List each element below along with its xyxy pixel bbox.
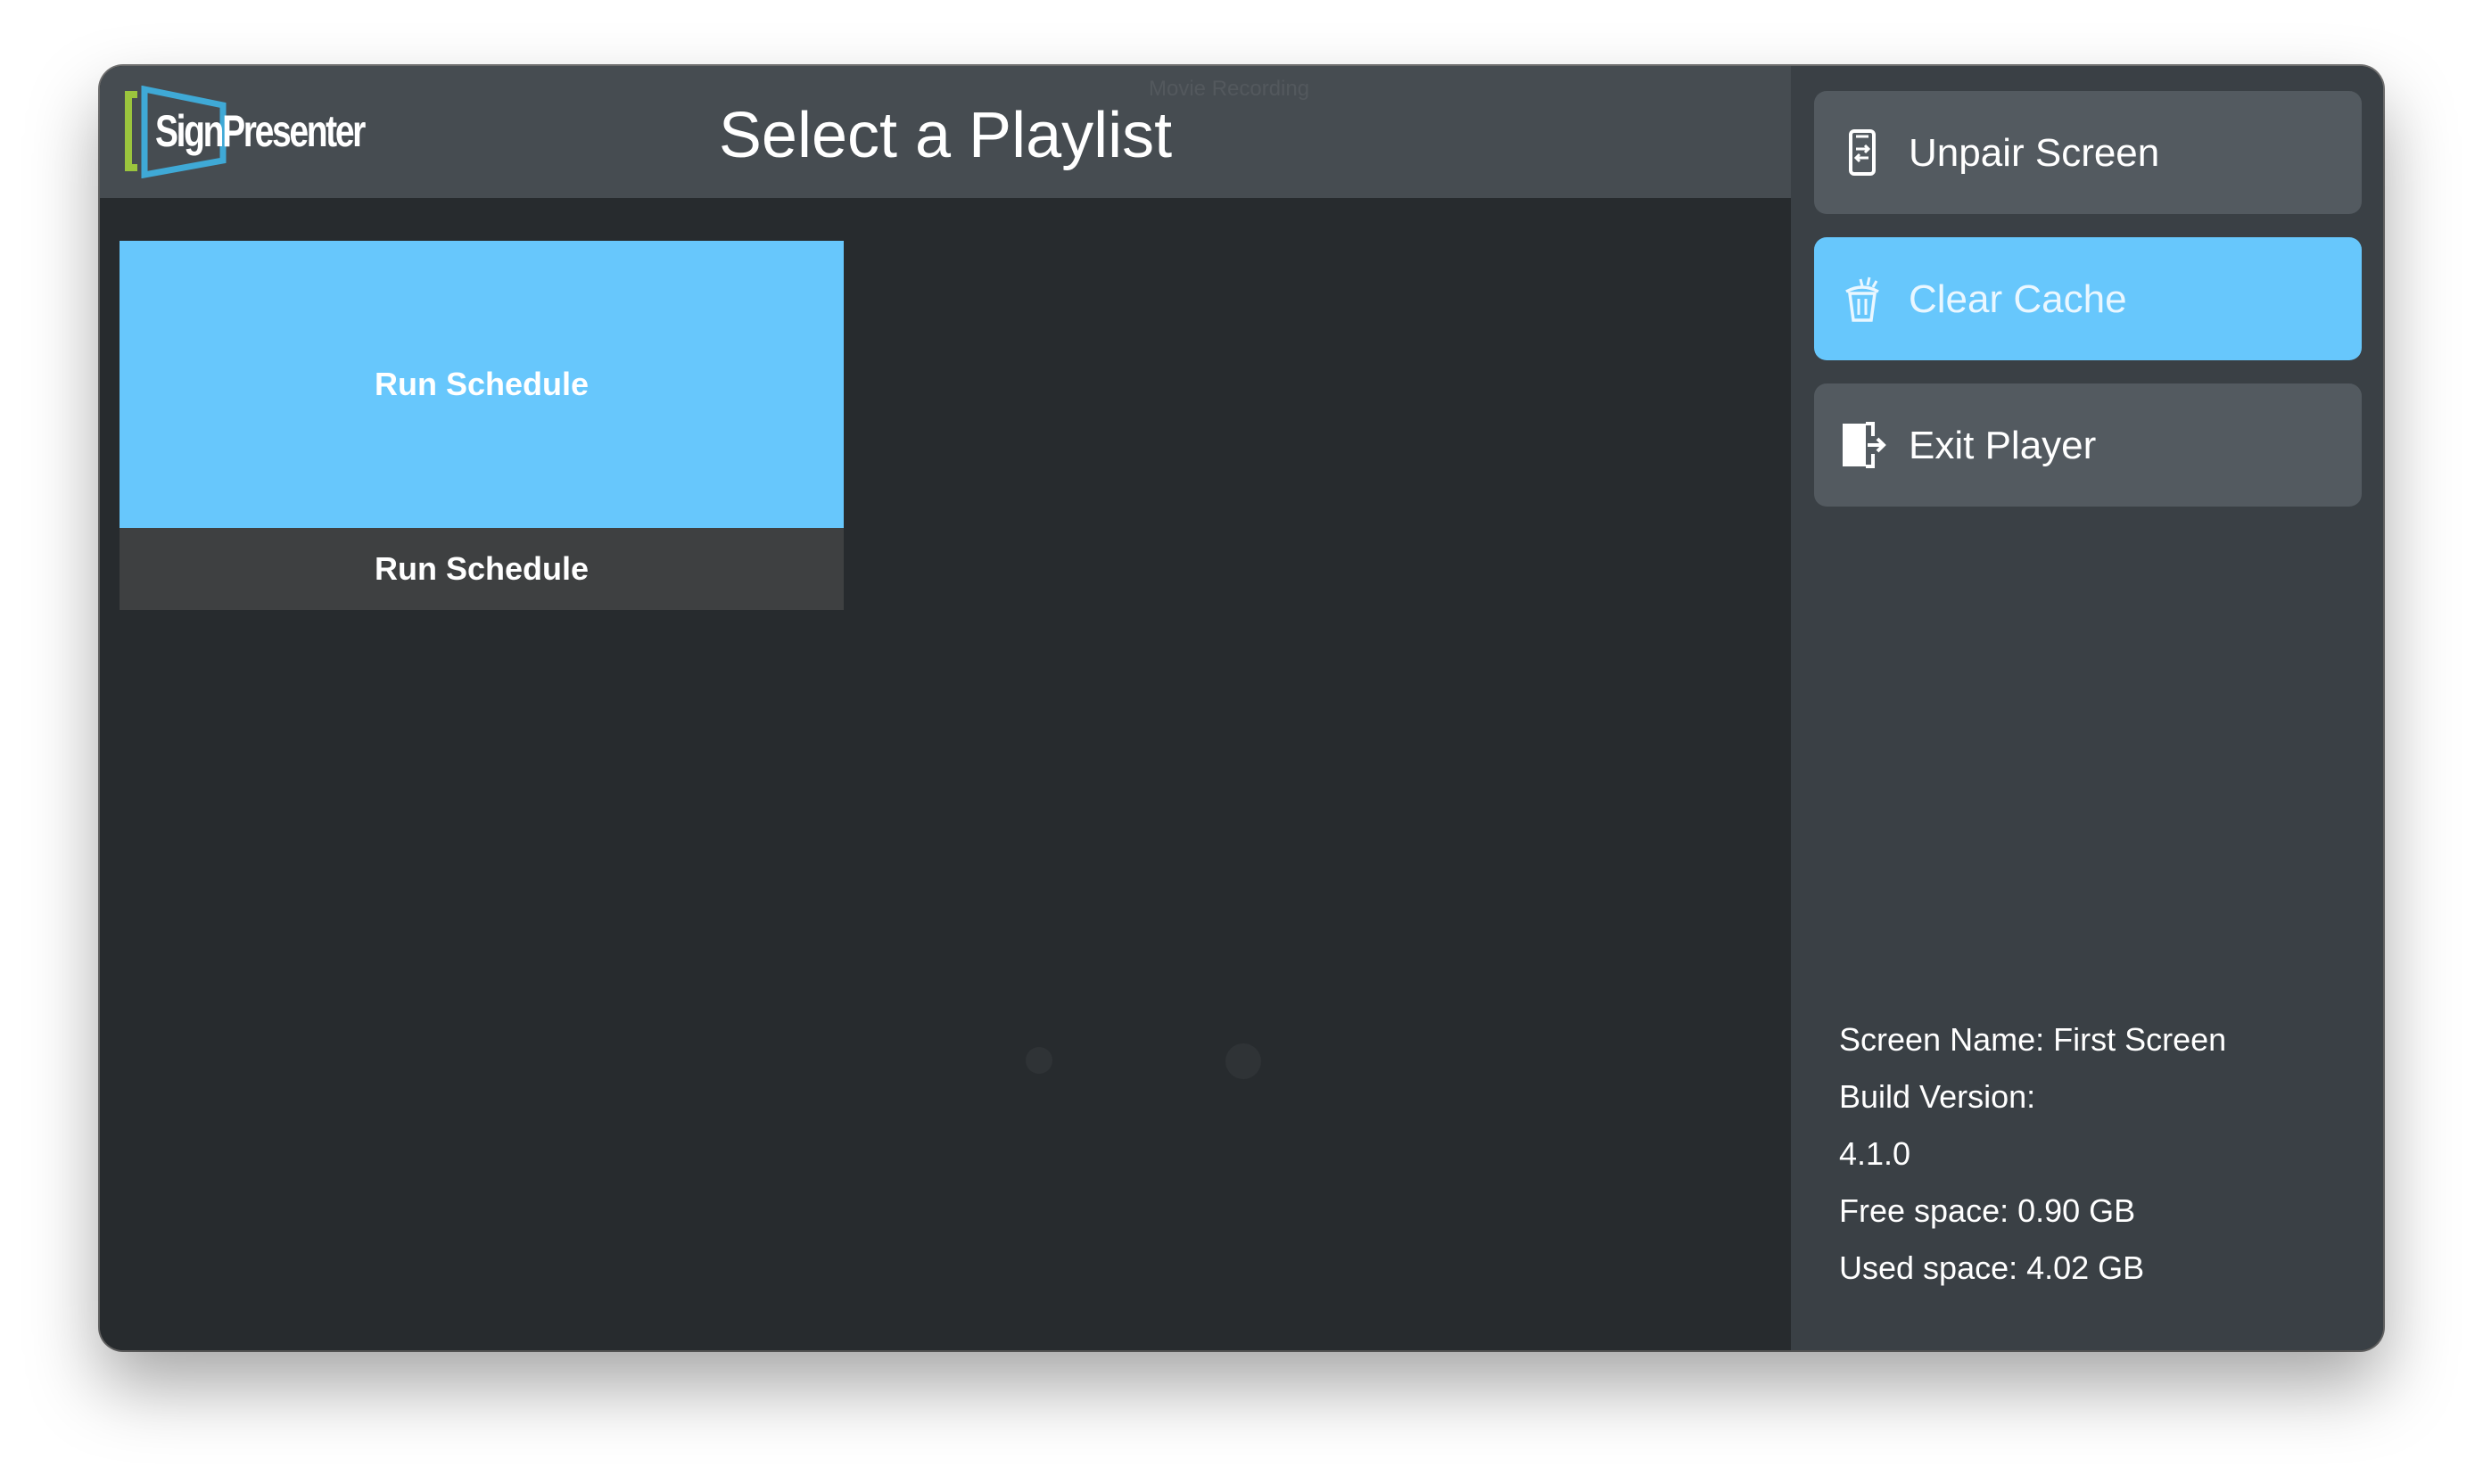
exit-door-icon bbox=[1843, 422, 1886, 468]
faint-overlay-dot bbox=[1225, 1043, 1261, 1079]
player-window: SignPresenter Movie Recording Select a P… bbox=[100, 66, 2383, 1350]
playlist-caption-label: Run Schedule bbox=[374, 550, 590, 587]
faint-overlay-dot bbox=[1026, 1047, 1052, 1074]
device-info-panel: Screen Name: First Screen Build Version:… bbox=[1839, 1011, 2356, 1297]
exit-player-label: Exit Player bbox=[1909, 424, 2097, 467]
unpair-screen-label: Unpair Screen bbox=[1909, 131, 2160, 175]
free-space-text: Free space: 0.90 GB bbox=[1839, 1192, 2136, 1229]
playlist-tile-run-schedule[interactable]: Run Schedule Run Schedule bbox=[120, 241, 844, 610]
clear-cache-label: Clear Cache bbox=[1909, 277, 2127, 321]
clear-cache-button[interactable]: Clear Cache bbox=[1814, 237, 2362, 360]
build-version-label: Build Version: bbox=[1839, 1078, 2036, 1115]
playlist-thumbnail[interactable]: Run Schedule bbox=[120, 241, 844, 528]
exit-player-button[interactable]: Exit Player bbox=[1814, 383, 2362, 507]
build-version-value: 4.1.0 bbox=[1839, 1135, 1911, 1172]
sidebar: Unpair Screen Clear Cache Exit Player Sc… bbox=[1791, 66, 2383, 1350]
page-title: Select a Playlist bbox=[718, 100, 1173, 171]
used-space-text: Used space: 4.02 GB bbox=[1839, 1249, 2145, 1286]
playlist-thumbnail-label: Run Schedule bbox=[374, 366, 590, 402]
screen-name-text: Screen Name: First Screen bbox=[1839, 1021, 2227, 1058]
unpair-screen-button[interactable]: Unpair Screen bbox=[1814, 91, 2362, 214]
main-panel: SignPresenter Movie Recording Select a P… bbox=[100, 66, 1791, 1350]
playlist-caption[interactable]: Run Schedule bbox=[120, 528, 844, 610]
phone-unpair-icon bbox=[1849, 129, 1876, 176]
trash-icon bbox=[1845, 276, 1879, 322]
header-bar: SignPresenter Movie Recording Select a P… bbox=[100, 66, 1791, 198]
